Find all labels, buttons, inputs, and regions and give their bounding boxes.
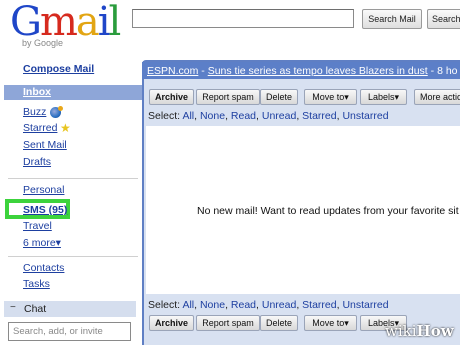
sidebar-item-inbox-label: Inbox [23,86,51,98]
chat-header[interactable]: − Chat [4,301,136,317]
web-clip-bar: ESPN.com - Suns tie series as tempo leav… [142,62,460,79]
empty-inbox-message: No new mail! Want to read updates from y… [197,205,459,217]
move-to-button[interactable]: Move to▾ [304,315,357,331]
select-row-top: Select: All, None, Read, Unread, Starred… [148,110,389,122]
archive-button[interactable]: Archive [149,315,194,331]
logo-tagline: by Google [22,38,64,48]
move-to-button[interactable]: Move to▾ [304,89,357,105]
sidebar-item-sms[interactable]: SMS (95) [23,204,67,216]
select-row-bottom: Select: All, None, Read, Unread, Starred… [148,299,389,311]
gmail-logo-word: Gmail [10,0,121,45]
search-input[interactable] [132,9,354,28]
sidebar-item-more[interactable]: 6 more▾ [23,237,61,249]
gmail-logo[interactable]: Gmail by Google [10,0,121,50]
gmail-window: Gmail by Google Search Mail Search Compo… [0,0,460,345]
watermark-how: How [416,322,454,340]
chat-label: Chat [24,303,47,315]
sidebar-item-travel[interactable]: Travel [23,220,52,232]
watermark-wiki: wiki [385,322,417,340]
sidebar-item-starred[interactable]: Starred [23,122,57,134]
report-spam-button[interactable]: Report spam [196,89,260,105]
sidebar-divider [8,256,138,257]
select-unread[interactable]: Unread [262,110,296,122]
select-none[interactable]: None [200,299,225,311]
sidebar-divider [8,178,138,179]
sidebar-item-inbox[interactable]: Inbox [4,85,143,100]
select-prefix: Select: [148,110,181,122]
web-clip-time: - 8 ho [427,65,458,77]
chat-search-input[interactable]: Search, add, or invite [8,322,131,341]
sidebar-item-personal[interactable]: Personal [23,184,64,196]
select-all[interactable]: All [182,299,194,311]
select-unstarred[interactable]: Unstarred [342,110,388,122]
web-clip-separator: - [198,65,208,77]
select-read[interactable]: Read [231,110,256,122]
more-actions-button[interactable]: More actio [414,89,460,105]
select-starred[interactable]: Starred [302,110,336,122]
select-none[interactable]: None [200,110,225,122]
sidebar-item-sent[interactable]: Sent Mail [23,139,67,151]
select-unstarred[interactable]: Unstarred [342,299,388,311]
tasks-link[interactable]: Tasks [23,278,50,290]
collapse-icon[interactable]: − [10,302,16,313]
star-icon: ★ [60,121,71,135]
wikihow-watermark: wikiHow [385,322,454,340]
web-clip-headline[interactable]: Suns tie series as tempo leaves Blazers … [208,65,428,77]
select-starred[interactable]: Starred [302,299,336,311]
contacts-link[interactable]: Contacts [23,262,64,274]
select-read[interactable]: Read [231,299,256,311]
report-spam-button[interactable]: Report spam [196,315,260,331]
buzz-icon [50,106,63,118]
select-unread[interactable]: Unread [262,299,296,311]
web-clip-source[interactable]: ESPN.com [147,65,198,77]
delete-button[interactable]: Delete [260,315,298,331]
search-web-button[interactable]: Search [427,9,460,29]
labels-button[interactable]: Labels▾ [360,89,407,105]
search-mail-button[interactable]: Search Mail [362,9,422,29]
select-all[interactable]: All [182,110,194,122]
sidebar-item-buzz[interactable]: Buzz [23,106,46,118]
compose-mail-link[interactable]: Compose Mail [23,63,94,75]
sidebar-item-drafts[interactable]: Drafts [23,156,51,168]
archive-button[interactable]: Archive [149,89,194,105]
select-prefix: Select: [148,299,181,311]
delete-button[interactable]: Delete [260,89,298,105]
